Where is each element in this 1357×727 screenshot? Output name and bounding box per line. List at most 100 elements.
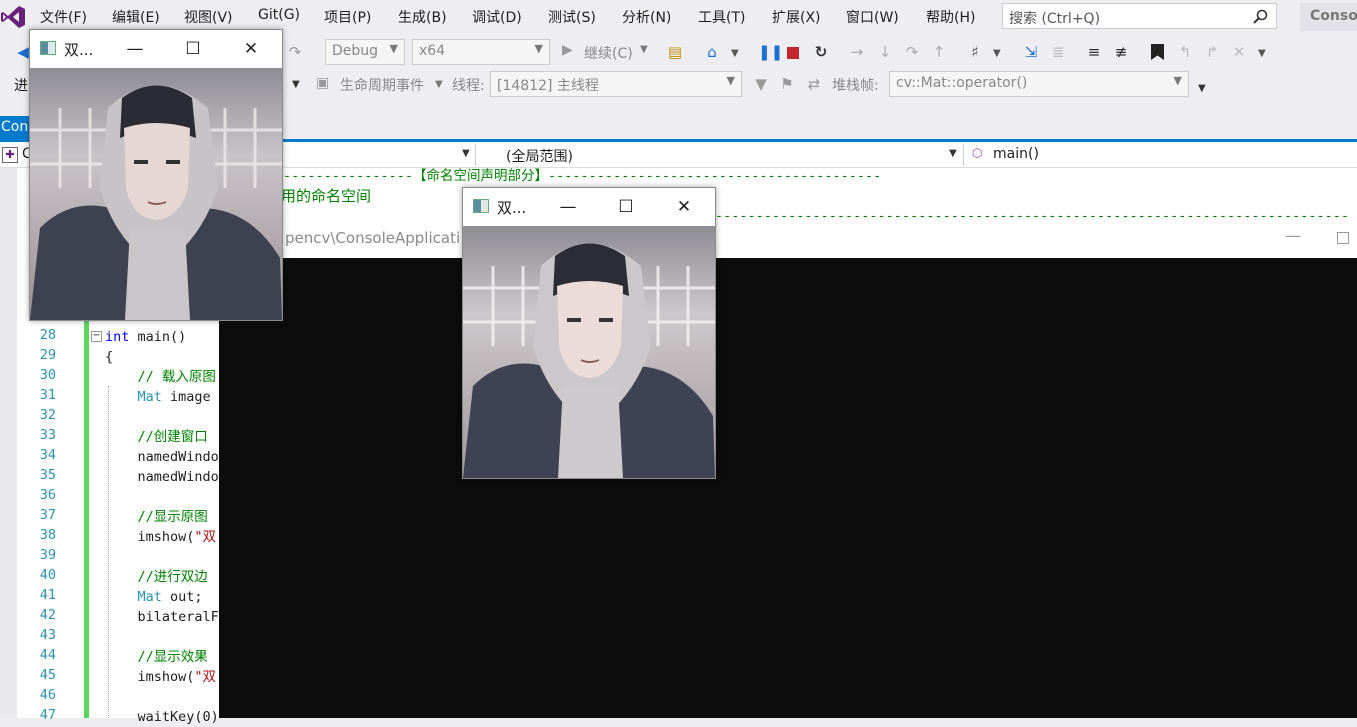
uncomment-lines-icon[interactable]: ≢ — [1112, 43, 1130, 61]
search-placeholder: 搜索 (Ctrl+Q) — [1009, 11, 1101, 27]
header-comment-line: ----------------【命名空间声明部分】--------------… — [283, 168, 882, 184]
window-title: 双... — [497, 199, 527, 217]
code-line[interactable]: //显示原图 — [105, 507, 208, 527]
continue-play-icon[interactable]: ▶ — [562, 42, 573, 58]
line-number: 36 — [39, 487, 56, 503]
console-window[interactable]: pencv\ConsoleApplicati n1.exe — — [219, 220, 1357, 718]
close-icon[interactable]: ✕ — [236, 36, 266, 62]
function-cube-icon: ⬡ — [972, 146, 983, 160]
select-cursor-icon[interactable]: ⇲ — [1022, 43, 1040, 61]
line-number: 40 — [39, 567, 56, 583]
menu-file[interactable]: 文件(F) — [40, 7, 87, 27]
bookmark-icon[interactable] — [1151, 44, 1164, 60]
menu-window[interactable]: 窗口(W) — [846, 7, 899, 27]
folder-search-icon[interactable]: ▤ — [666, 43, 684, 61]
redo-icon[interactable]: ↷ — [286, 43, 304, 61]
minimize-icon[interactable]: — — [1285, 226, 1301, 245]
restart-icon[interactable]: ↻ — [812, 43, 830, 61]
keyword: int — [105, 329, 130, 345]
unindent-icon[interactable]: ≣ — [1049, 43, 1067, 61]
app-icon — [40, 41, 56, 55]
chevron-down-icon[interactable]: ▼ — [435, 79, 443, 90]
chevron-down-icon[interactable]: ▼ — [1198, 83, 1206, 94]
menu-extensions[interactable]: 扩展(X) — [772, 7, 821, 27]
filter-icon[interactable]: ▼ — [752, 75, 770, 93]
maximize-icon[interactable] — [1337, 232, 1349, 244]
comment-lines-icon[interactable]: ≡ — [1085, 43, 1103, 61]
pause-icon[interactable]: ❚❚ — [758, 43, 783, 61]
original-image — [30, 68, 282, 320]
next-bookmark-icon[interactable]: ↱ — [1203, 43, 1221, 61]
image-window-titlebar[interactable]: 双... — ☐ ✕ — [30, 30, 282, 68]
code-line[interactable]: // 载入原图 — [105, 367, 216, 387]
menu-debug[interactable]: 调试(D) — [472, 7, 522, 27]
chevron-down-icon[interactable]: ▼ — [1258, 48, 1266, 59]
chevron-down-icon[interactable]: ▼ — [292, 79, 300, 90]
lifecycle-events-button[interactable]: 生命周期事件 — [340, 75, 424, 95]
minimize-icon[interactable]: — — [553, 194, 583, 220]
image-window-titlebar[interactable]: 双... — ☐ ✕ — [463, 188, 715, 226]
menu-edit[interactable]: 编辑(E) — [112, 7, 160, 27]
code-line[interactable]: imshow("双 — [105, 667, 217, 687]
step-over-icon[interactable]: ↷ — [903, 43, 921, 61]
chevron-down-icon[interactable]: ▼ — [993, 48, 1001, 59]
lifecycle-icon[interactable]: ▣ — [316, 75, 329, 91]
maximize-icon[interactable]: ☐ — [178, 36, 208, 62]
code-line[interactable]: bilateralFi — [105, 607, 227, 627]
minimize-icon[interactable]: — — [120, 36, 150, 62]
console-titlebar[interactable]: pencv\ConsoleApplicati n1.exe — — [219, 220, 1357, 258]
menu-help[interactable]: 帮助(H) — [926, 7, 975, 27]
solution-title[interactable]: Conso — [1300, 3, 1357, 31]
function-dropdown[interactable]: ⬡ main() — [968, 144, 1357, 166]
menu-analyze[interactable]: 分析(N) — [622, 7, 671, 27]
code-line[interactable]: int main() — [105, 327, 186, 347]
close-icon[interactable]: ✕ — [669, 194, 699, 220]
clear-bookmarks-icon[interactable]: ✕ — [1230, 43, 1248, 61]
platform-dropdown[interactable]: x64 ▼ — [412, 39, 550, 65]
thread-dropdown[interactable]: [14812] 主线程 ▼ — [490, 71, 742, 97]
code-line[interactable]: namedWindow — [105, 467, 227, 487]
original-image-window[interactable]: 双... — ☐ ✕ — [29, 29, 283, 321]
code-line[interactable]: imshow("双 — [105, 527, 217, 547]
browser-link-icon[interactable]: ⌂ — [703, 43, 721, 61]
hex-display-icon[interactable]: ♯ — [966, 43, 984, 61]
process-label: 进 — [14, 78, 28, 94]
menu-test[interactable]: 测试(S) — [548, 7, 596, 27]
toggle-threads-icon[interactable]: ⇄ — [805, 75, 823, 93]
code-line[interactable]: //显示效果 — [105, 647, 208, 667]
menu-view[interactable]: 视图(V) — [184, 7, 233, 27]
chevron-down-icon[interactable]: ▼ — [640, 44, 648, 55]
step-into-icon[interactable]: ↓ — [876, 43, 894, 61]
menu-tools[interactable]: 工具(T) — [698, 7, 745, 27]
configuration-dropdown[interactable]: Debug ▼ — [325, 39, 405, 65]
line-number: 42 — [39, 607, 56, 623]
code-line[interactable]: //创建窗口 — [105, 427, 208, 447]
code-line[interactable]: waitKey(0) — [105, 707, 219, 727]
chevron-down-icon: ▼ — [462, 148, 470, 159]
step-out-icon[interactable]: ↑ — [930, 43, 948, 61]
stop-icon[interactable] — [787, 47, 799, 59]
menu-project[interactable]: 项目(P) — [324, 7, 371, 27]
search-input[interactable]: 搜索 (Ctrl+Q) — [1002, 3, 1277, 29]
visual-studio-logo-icon[interactable] — [0, 4, 26, 30]
code-line[interactable]: namedWindow — [105, 447, 227, 467]
code-line[interactable]: Mat out; — [105, 587, 203, 607]
menu-build[interactable]: 生成(B) — [398, 7, 447, 27]
menu-git[interactable]: Git(G) — [258, 7, 300, 23]
maximize-icon[interactable]: ☐ — [611, 194, 641, 220]
function-value: main() — [993, 146, 1039, 162]
flag-threads-icon[interactable]: ⚑ — [778, 75, 796, 93]
show-next-statement-icon[interactable]: → — [848, 43, 866, 61]
continue-button[interactable]: 继续(C) — [584, 43, 633, 63]
chevron-down-icon[interactable]: ▼ — [731, 48, 739, 59]
collapse-icon[interactable]: − — [91, 331, 102, 342]
filtered-image-window[interactable]: 双... — ☐ ✕ — [462, 187, 716, 479]
code-line[interactable]: Mat image — [105, 387, 219, 407]
code-line[interactable]: { — [105, 347, 113, 367]
scope-dropdown[interactable]: (全局范围) ▼ — [482, 144, 964, 166]
previous-bookmark-icon[interactable]: ↰ — [1176, 43, 1194, 61]
stack-frame-dropdown[interactable]: cv::Mat::operator() ▼ — [889, 71, 1189, 97]
line-number: 28 — [39, 327, 56, 343]
stack-frame-value: cv::Mat::operator() — [896, 75, 1028, 91]
code-line[interactable]: //进行双边 — [105, 567, 208, 587]
